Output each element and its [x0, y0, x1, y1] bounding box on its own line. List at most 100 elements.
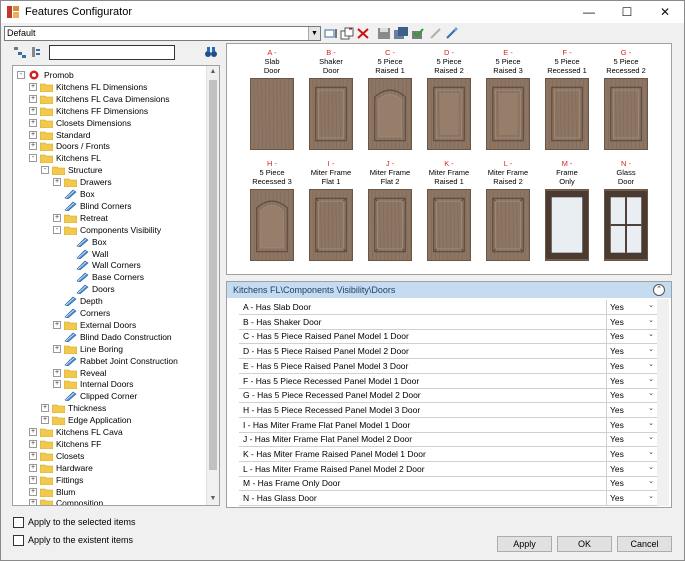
chevron-down-icon[interactable]: ⌄ [648, 477, 654, 485]
chevron-down-icon[interactable]: ⌄ [648, 301, 654, 309]
collapse-all-icon[interactable] [31, 46, 41, 58]
minimize-button[interactable]: — [570, 1, 608, 23]
expand-node-icon[interactable]: + [53, 320, 61, 329]
property-value-select[interactable]: Yes ⌄ [606, 432, 656, 447]
expand-node-icon[interactable]: + [29, 118, 37, 127]
apply-selected-checkbox[interactable] [13, 517, 24, 528]
expand-node-icon[interactable]: + [29, 142, 37, 151]
save-all-icon[interactable] [394, 27, 408, 40]
door-option[interactable]: J - Miter Frame Flat 2 [364, 159, 416, 267]
cancel-button[interactable]: Cancel [617, 536, 672, 552]
door-option[interactable]: N - Glass Door [600, 159, 652, 267]
expand-node-icon[interactable]: + [53, 380, 61, 389]
features-tree[interactable]: - Promob + Kitchens FL Dimensions + Kitchens … [12, 65, 220, 506]
expand-node-icon[interactable]: + [29, 130, 37, 139]
property-value-select[interactable]: Yes ⌄ [606, 300, 656, 314]
expand-node-icon[interactable]: + [29, 82, 37, 91]
expand-all-icon[interactable] [13, 46, 27, 58]
apply-check-icon[interactable] [411, 27, 425, 40]
property-value-select[interactable]: Yes ⌄ [606, 388, 656, 403]
collapse-node-icon[interactable]: - [29, 154, 37, 163]
expand-node-icon[interactable]: + [29, 428, 37, 436]
maximize-button[interactable]: ☐ [608, 1, 646, 23]
scroll-thumb[interactable] [209, 80, 217, 470]
apply-existent-checkbox[interactable] [13, 535, 24, 546]
door-option[interactable]: B - Shaker Door [305, 48, 357, 156]
folder-icon [40, 452, 53, 461]
door-option[interactable]: K - Miter Frame Raised 1 [423, 159, 475, 267]
expand-node-icon[interactable]: + [29, 439, 37, 448]
ok-button[interactable]: OK [557, 536, 612, 552]
expand-node-icon[interactable]: + [53, 213, 61, 222]
wand-icon[interactable] [445, 27, 459, 40]
door-option[interactable]: M - Frame Only [541, 159, 593, 267]
property-value-select[interactable]: Yes ⌄ [606, 447, 656, 461]
profile-select[interactable]: Default ▼ [4, 26, 321, 41]
chevron-down-icon[interactable]: ⌄ [648, 389, 654, 397]
close-button[interactable]: ✕ [646, 1, 684, 23]
door-option[interactable]: E -5 Piece Raised 3 [482, 48, 534, 156]
chevron-down-icon[interactable]: ⌄ [648, 448, 654, 456]
expand-node-icon[interactable]: + [53, 178, 61, 187]
expand-node-icon[interactable]: + [41, 416, 49, 425]
property-value-select[interactable]: Yes ⌄ [606, 461, 656, 476]
tree-search-input[interactable] [49, 45, 175, 60]
expand-node-icon[interactable]: + [29, 106, 37, 115]
tree-scrollbar[interactable]: ▲ ▼ [206, 66, 219, 505]
chevron-down-icon[interactable]: ⌄ [648, 330, 654, 338]
collapse-node-icon[interactable]: - [53, 225, 61, 234]
new-copy-icon[interactable] [340, 27, 354, 40]
chevron-down-icon[interactable]: ⌄ [648, 375, 654, 383]
property-label: E - Has 5 Piece Raised Panel Model 3 Doo… [243, 360, 409, 371]
rename-icon[interactable] [324, 27, 338, 40]
properties-scrollbar[interactable] [657, 299, 669, 506]
property-value-select[interactable]: Yes ⌄ [606, 491, 656, 506]
chevron-down-icon[interactable]: ⌄ [648, 360, 654, 368]
collapse-node-icon[interactable]: - [41, 166, 49, 175]
expand-node-icon[interactable]: + [29, 451, 37, 460]
expand-node-icon[interactable]: + [29, 499, 37, 505]
door-option[interactable]: A - Slab Door [246, 48, 298, 156]
save-icon[interactable] [377, 27, 391, 40]
chevron-down-icon[interactable]: ⌄ [648, 419, 654, 427]
property-value-select[interactable]: Yes ⌄ [606, 417, 656, 432]
expand-node-icon[interactable]: + [29, 475, 37, 484]
property-value-select[interactable]: Yes ⌄ [606, 402, 656, 417]
collapse-node-icon[interactable]: - [17, 71, 25, 79]
door-option[interactable]: F -5 Piece Recessed 1 [541, 48, 593, 156]
chevron-down-icon[interactable]: ⌄ [648, 463, 654, 471]
door-option[interactable]: H -5 Piece Recessed 3 [246, 159, 298, 267]
binoculars-icon[interactable] [205, 46, 217, 58]
property-value-select[interactable]: Yes ⌄ [606, 314, 656, 329]
scroll-up-icon[interactable]: ▲ [207, 66, 219, 78]
property-value-select[interactable]: Yes ⌄ [606, 476, 656, 491]
chevron-down-icon[interactable]: ⌄ [648, 404, 654, 412]
chevron-down-icon[interactable]: ⌄ [648, 345, 654, 353]
chevron-down-icon[interactable]: ⌄ [648, 316, 654, 324]
chevron-down-icon[interactable]: ▼ [308, 27, 320, 40]
delete-icon[interactable] [356, 27, 370, 40]
property-value-select[interactable]: Yes ⌄ [606, 329, 656, 344]
chevron-down-icon[interactable]: ⌄ [648, 492, 654, 500]
expand-node-icon[interactable]: + [29, 463, 37, 472]
scroll-down-icon[interactable]: ▼ [207, 493, 219, 505]
expand-node-icon[interactable]: + [53, 344, 61, 353]
expand-node-icon[interactable]: + [53, 368, 61, 377]
expand-node-icon[interactable]: + [29, 94, 37, 103]
apply-button[interactable]: Apply [497, 536, 552, 552]
door-option[interactable]: G -5 Piece Recessed 2 [600, 48, 652, 156]
door-letter: K - [444, 159, 454, 168]
folder-icon [64, 178, 77, 188]
property-value-select[interactable]: Yes ⌄ [606, 358, 656, 373]
expand-node-icon[interactable]: + [29, 487, 37, 496]
collapse-icon[interactable]: ⌃ [653, 284, 665, 296]
door-option[interactable]: L - Miter Frame Raised 2 [482, 159, 534, 267]
property-value-select[interactable]: Yes ⌄ [606, 373, 656, 388]
expand-node-icon[interactable]: + [41, 404, 49, 413]
chevron-down-icon[interactable]: ⌄ [648, 433, 654, 441]
door-option[interactable]: C -5 Piece Raised 1 [364, 48, 416, 156]
door-option[interactable]: I - Miter Frame Flat 1 [305, 159, 357, 267]
wand-disabled-icon[interactable] [429, 27, 443, 40]
door-option[interactable]: D -5 Piece Raised 2 [423, 48, 475, 156]
property-value-select[interactable]: Yes ⌄ [606, 344, 656, 359]
